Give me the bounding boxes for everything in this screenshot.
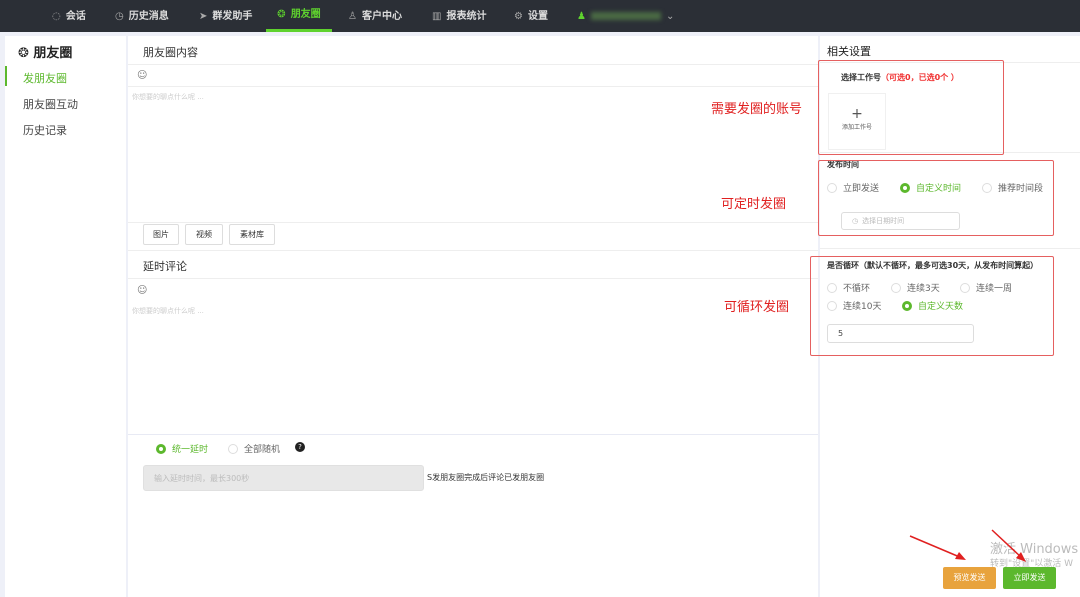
- arrow-preview: [909, 535, 963, 559]
- send-icon: ➤: [199, 10, 208, 22]
- clock-icon: ◷: [115, 10, 124, 22]
- send-now-button[interactable]: 立即发送: [1003, 567, 1056, 589]
- sidebar: ❂ 朋友圈 发朋友圈 朋友圈互动 历史记录: [5, 36, 126, 597]
- nav-moments[interactable]: ❂ 朋友圈: [266, 0, 332, 32]
- emoji-icon[interactable]: ☺: [137, 285, 147, 296]
- delay-suffix: S发朋友圈完成后评论已发朋友圈: [427, 473, 545, 482]
- image-button[interactable]: 图片: [143, 224, 179, 245]
- bar-chart-icon: ▥: [432, 10, 442, 22]
- user-icon: ♟: [577, 10, 586, 22]
- sidebar-item-history[interactable]: 历史记录: [23, 122, 67, 138]
- nav-reports[interactable]: ▥ 报表统计: [432, 0, 486, 32]
- gear-icon: ⚙: [514, 10, 523, 22]
- emoji-icon[interactable]: ☺: [137, 70, 147, 81]
- sidebar-title: ❂ 朋友圈: [18, 46, 73, 61]
- material-library-button[interactable]: 素材库: [229, 224, 275, 245]
- delay-input[interactable]: 输入延时时间，最长300秒: [143, 465, 424, 491]
- radio-random[interactable]: 全部随机: [228, 442, 280, 455]
- nav-chat[interactable]: ◌ 会话: [52, 0, 86, 32]
- nav-customer[interactable]: ♙ 客户中心: [348, 0, 402, 32]
- annotation-box-loop: [810, 256, 1054, 356]
- account-menu[interactable]: ♟ ⌄: [577, 0, 674, 32]
- video-button[interactable]: 视频: [185, 224, 223, 245]
- annotation-box-account: [818, 60, 1004, 155]
- top-nav-bar: ◌ 会话 ◷ 历史消息 ➤ 群发助手 ❂ 朋友圈 ♙ 客户中心 ▥ 报表统计 ⚙ 设置 ♟ ⌄: [0, 0, 1080, 32]
- nav-settings[interactable]: ⚙ 设置: [514, 0, 548, 32]
- moments-icon: ❂: [277, 9, 286, 20]
- sidebar-item-post[interactable]: 发朋友圈: [23, 70, 67, 86]
- main-panel: 朋友圈内容 ☺ 你想要的聊点什么呢 ... 图片 视频 素材库 延时评论 ☺ 你…: [128, 36, 818, 597]
- chat-icon: ◌: [52, 10, 61, 22]
- help-icon[interactable]: ?: [295, 442, 305, 452]
- comment-title: 延时评论: [143, 260, 187, 273]
- user-icon: ♙: [348, 10, 357, 22]
- annotation-arrows: [909, 529, 1026, 562]
- arrow-send: [991, 529, 1023, 559]
- content-title: 朋友圈内容: [143, 46, 198, 59]
- chevron-down-icon: ⌄: [665, 10, 675, 22]
- annotation-time: 可定时发圈: [721, 197, 787, 212]
- annotation-box-time: [818, 160, 1054, 236]
- radio-uniform-delay[interactable]: 统一延时: [156, 442, 208, 455]
- blurred-username: [590, 12, 661, 20]
- comment-textarea[interactable]: 你想要的聊点什么呢 ...: [132, 306, 204, 316]
- sidebar-item-interaction[interactable]: 朋友圈互动: [23, 96, 78, 112]
- settings-title: 相关设置: [827, 45, 871, 58]
- annotation-loop: 可循环发圈: [724, 300, 790, 315]
- preview-send-button[interactable]: 预览发送: [943, 567, 996, 589]
- nav-mass-send[interactable]: ➤ 群发助手: [199, 0, 252, 32]
- active-indicator: [5, 66, 7, 86]
- nav-history[interactable]: ◷ 历史消息: [115, 0, 169, 32]
- content-textarea[interactable]: 你想要的聊点什么呢 ...: [132, 92, 204, 102]
- annotation-account: 需要发圈的账号: [711, 102, 803, 117]
